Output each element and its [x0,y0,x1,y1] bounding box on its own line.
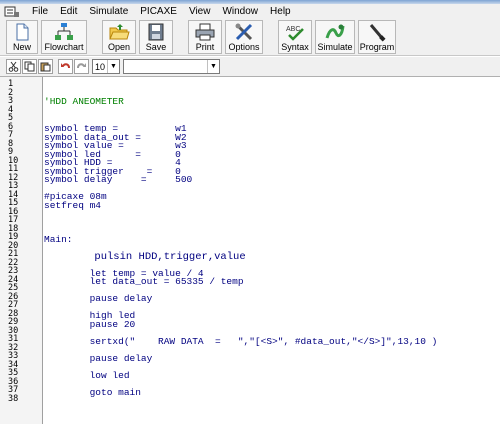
main-toolbar: New Flowchart Open Save Print Options AB… [0,19,500,56]
new-file-icon [16,23,29,41]
printer-icon [195,23,215,41]
redo-button[interactable] [74,59,89,74]
line-number: 38 [8,393,19,404]
undo-button[interactable] [58,59,73,74]
code-line-15: setfreq m4 [44,199,102,211]
code-text-area[interactable]: 'HDD ANEOMETER symbol temp = w1 symbol d… [44,77,500,424]
paste-button[interactable] [38,59,53,74]
new-label: New [12,42,31,52]
syntax-check-icon: ABC [286,26,304,41]
code-line-37: goto main [44,386,141,398]
flowchart-label: Flowchart [44,42,84,52]
cut-button[interactable] [6,59,21,74]
code-line-3: 'HDD ANEOMETER [44,96,124,107]
open-folder-icon [109,24,130,40]
save-button[interactable]: Save [139,20,173,54]
open-label: Open [107,42,131,52]
code-line-26: pause delay [44,293,153,304]
code-line-21: pulsin HDD,trigger,value [44,250,246,263]
save-icon [148,23,164,41]
save-label: Save [145,42,167,52]
syntax-label: Syntax [281,42,309,52]
tools-icon [235,23,253,41]
menu-bar: File Edit Simulate PICAXE View Window He… [0,4,500,19]
menu-simulate[interactable]: Simulate [83,4,134,19]
simulate-label: Simulate [317,42,353,52]
code-line-31: sertxd(" RAW DATA = ","[<S>", #data_out,… [44,335,438,347]
app-icon [4,6,19,17]
simulate-button[interactable]: Simulate [315,20,355,54]
font-name-select[interactable]: ▼ [123,59,220,74]
syntax-button[interactable]: ABC Syntax [278,20,312,54]
code-line-35: low led [44,369,130,381]
copy-button[interactable] [22,59,37,74]
print-label: Print [195,42,215,52]
code-line-24: let data_out = 65335 / temp [44,276,244,287]
menu-edit[interactable]: Edit [54,4,83,19]
code-line-33: pause delay [44,352,153,364]
menu-help[interactable]: Help [264,4,297,19]
chevron-down-icon: ▼ [207,60,219,73]
font-size-value: 10 [95,61,106,72]
new-button[interactable]: New [6,20,38,54]
program-button[interactable]: Program [358,20,396,54]
code-line-19: Main: [44,233,73,245]
program-cable-icon [369,24,386,42]
program-label: Program [359,42,395,52]
open-button[interactable]: Open [102,20,136,54]
redo-icon [77,63,86,69]
menu-file[interactable]: File [26,4,54,19]
font-size-select[interactable]: 10 ▼ [92,59,120,74]
flowchart-button[interactable]: Flowchart [41,20,87,54]
code-editor[interactable]: 1 2 3 4 5 6 7 8 9 10 11 12 13 14 15 16 17 18 19 20 21 22 23 24 2… [0,77,500,424]
menu-picaxe[interactable]: PICAXE [134,4,183,19]
chevron-down-icon: ▼ [107,60,119,73]
options-label: Options [228,42,260,52]
edit-toolbar: 10 ▼ ▼ [0,57,500,77]
undo-icon [61,63,70,69]
menu-view[interactable]: View [183,4,217,19]
svg-text:ABC: ABC [286,26,300,33]
flowchart-icon [55,23,73,40]
copy-icon [24,61,35,72]
options-button[interactable]: Options [225,20,263,54]
menu-window[interactable]: Window [216,4,264,19]
scissors-icon [8,61,19,72]
simulate-icon [325,24,345,39]
paste-icon [40,62,51,72]
print-button[interactable]: Print [188,20,222,54]
code-line-12: symbol delay = 500 [44,174,193,185]
code-line-29: pause 20 [44,318,136,330]
